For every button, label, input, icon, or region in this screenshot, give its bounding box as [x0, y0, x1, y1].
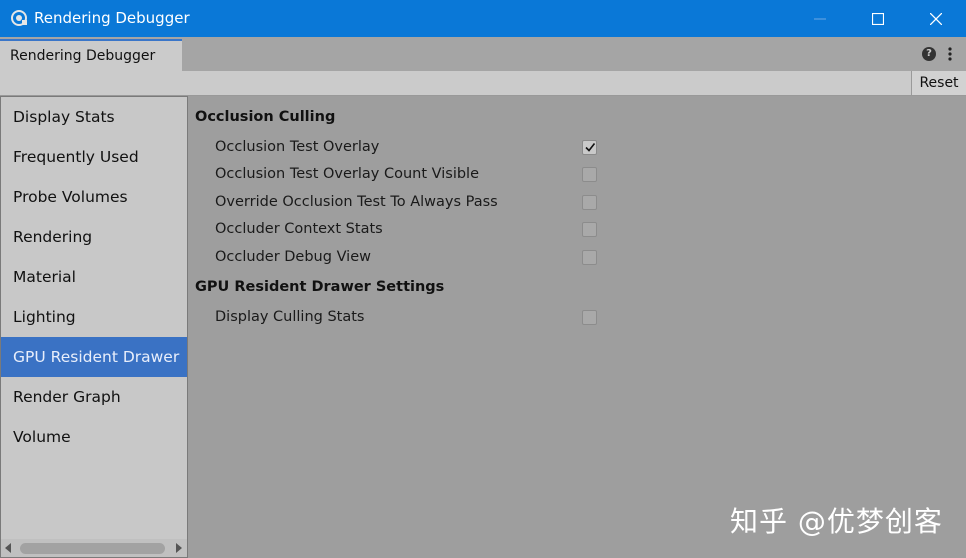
setting-row-occluder-context-stats: Occluder Context Stats	[188, 217, 966, 244]
watermark-text: 知乎 @优梦创客	[730, 505, 943, 538]
setting-row-occlusion-test-overlay-count-visible: Occlusion Test Overlay Count Visible	[188, 162, 966, 189]
unity-logo-icon	[11, 10, 27, 26]
sidebar-item-lighting[interactable]: Lighting	[1, 297, 187, 337]
setting-label: Occluder Debug View	[215, 249, 371, 265]
tab-label: Rendering Debugger	[10, 48, 156, 64]
scroll-right-arrow-icon[interactable]	[176, 543, 182, 553]
setting-label: Occlusion Test Overlay Count Visible	[215, 166, 480, 182]
sidebar-item-gpu-resident-drawer[interactable]: GPU Resident Drawer	[1, 337, 187, 377]
setting-row-occluder-debug-view: Occluder Debug View	[188, 245, 966, 272]
toolbar: Reset	[0, 71, 966, 96]
occlusion-test-overlay-checkbox[interactable]	[582, 140, 597, 155]
setting-row-override-occlusion-test: Override Occlusion Test To Always Pass	[188, 190, 966, 217]
occlusion-test-overlay-count-visible-checkbox[interactable]	[582, 167, 597, 182]
sidebar-item-frequently-used[interactable]: Frequently Used	[1, 137, 187, 177]
scroll-thumb[interactable]	[20, 543, 165, 554]
sidebar-horizontal-scrollbar[interactable]	[1, 539, 187, 557]
sidebar-item-volume[interactable]: Volume	[1, 417, 187, 457]
setting-label: Display Culling Stats	[215, 309, 365, 325]
help-icon[interactable]: ?	[922, 47, 936, 61]
sidebar-item-display-stats[interactable]: Display Stats	[1, 97, 187, 137]
maximize-button[interactable]	[848, 0, 908, 37]
sidebar-item-probe-volumes[interactable]: Probe Volumes	[1, 177, 187, 217]
settings-panel: Occlusion Culling Occlusion Test Overlay…	[188, 96, 966, 558]
override-occlusion-test-checkbox[interactable]	[582, 195, 597, 210]
section-header-occlusion-culling: Occlusion Culling	[195, 109, 336, 125]
occluder-context-stats-checkbox[interactable]	[582, 222, 597, 237]
maximize-icon	[872, 12, 884, 25]
tab-rendering-debugger[interactable]: Rendering Debugger	[0, 39, 182, 71]
setting-row-display-culling-stats: Display Culling Stats	[188, 305, 966, 332]
sidebar: Display Stats Frequently Used Probe Volu…	[0, 96, 188, 558]
setting-label: Occluder Context Stats	[215, 221, 383, 237]
close-icon	[930, 12, 942, 25]
sidebar-item-material[interactable]: Material	[1, 257, 187, 297]
sidebar-item-render-graph[interactable]: Render Graph	[1, 377, 187, 417]
minimize-button[interactable]	[790, 0, 850, 37]
sidebar-item-rendering[interactable]: Rendering	[1, 217, 187, 257]
section-header-gpu-resident-drawer-settings: GPU Resident Drawer Settings	[195, 279, 445, 295]
occluder-debug-view-checkbox[interactable]	[582, 250, 597, 265]
display-culling-stats-checkbox[interactable]	[582, 310, 597, 325]
minimize-icon	[814, 18, 826, 19]
window-titlebar: Rendering Debugger	[0, 0, 966, 37]
kebab-menu-icon[interactable]	[944, 45, 956, 63]
setting-label: Override Occlusion Test To Always Pass	[215, 194, 498, 210]
editor-tab-strip: Rendering Debugger ?	[0, 37, 966, 71]
reset-button[interactable]: Reset	[911, 71, 966, 95]
setting-label: Occlusion Test Overlay	[215, 139, 380, 155]
scroll-left-arrow-icon[interactable]	[5, 543, 11, 553]
setting-row-occlusion-test-overlay: Occlusion Test Overlay	[188, 135, 966, 162]
window-title: Rendering Debugger	[34, 9, 190, 27]
close-button[interactable]	[906, 0, 966, 37]
checkmark-icon	[585, 143, 596, 152]
